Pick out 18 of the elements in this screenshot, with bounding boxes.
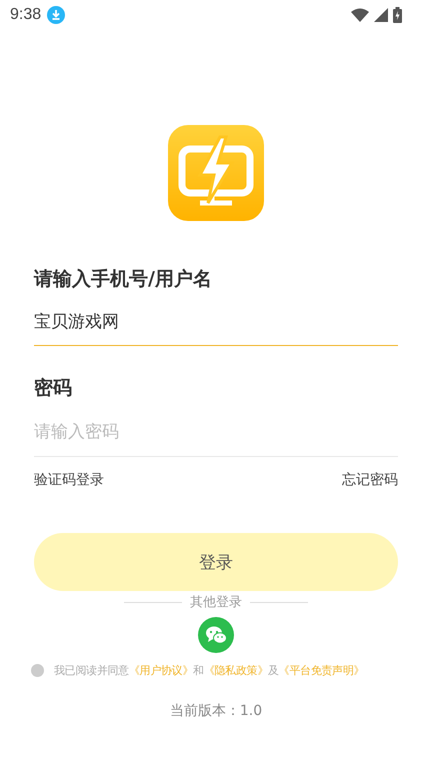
login-button[interactable]: 登录 — [34, 533, 398, 591]
battery-icon — [393, 7, 402, 23]
code-login-link[interactable]: 验证码登录 — [34, 471, 104, 489]
forgot-password-link[interactable]: 忘记密码 — [342, 471, 398, 489]
app-logo-icon — [168, 125, 264, 221]
chat-bubbles-icon[interactable] — [198, 617, 234, 653]
agree-checkbox[interactable] — [31, 664, 44, 677]
download-icon — [47, 6, 66, 24]
account-field[interactable]: 宝贝游戏网 — [34, 297, 398, 346]
agreement-text: 我已阅读并同意《用户协议》和《隐私政策》及《平台免责声明》 — [54, 663, 364, 678]
version-text: 当前版本：1.0 — [168, 702, 264, 720]
wifi-icon — [351, 8, 369, 22]
other-login-label: 其他登录 — [190, 594, 242, 611]
password-field[interactable]: 请输入密码 — [34, 408, 398, 457]
signal-icon — [374, 8, 388, 22]
field-label: 请输入手机号/用户名 — [34, 267, 213, 292]
status-time: 9:38 — [10, 6, 42, 24]
field-label: 密码 — [34, 376, 73, 401]
